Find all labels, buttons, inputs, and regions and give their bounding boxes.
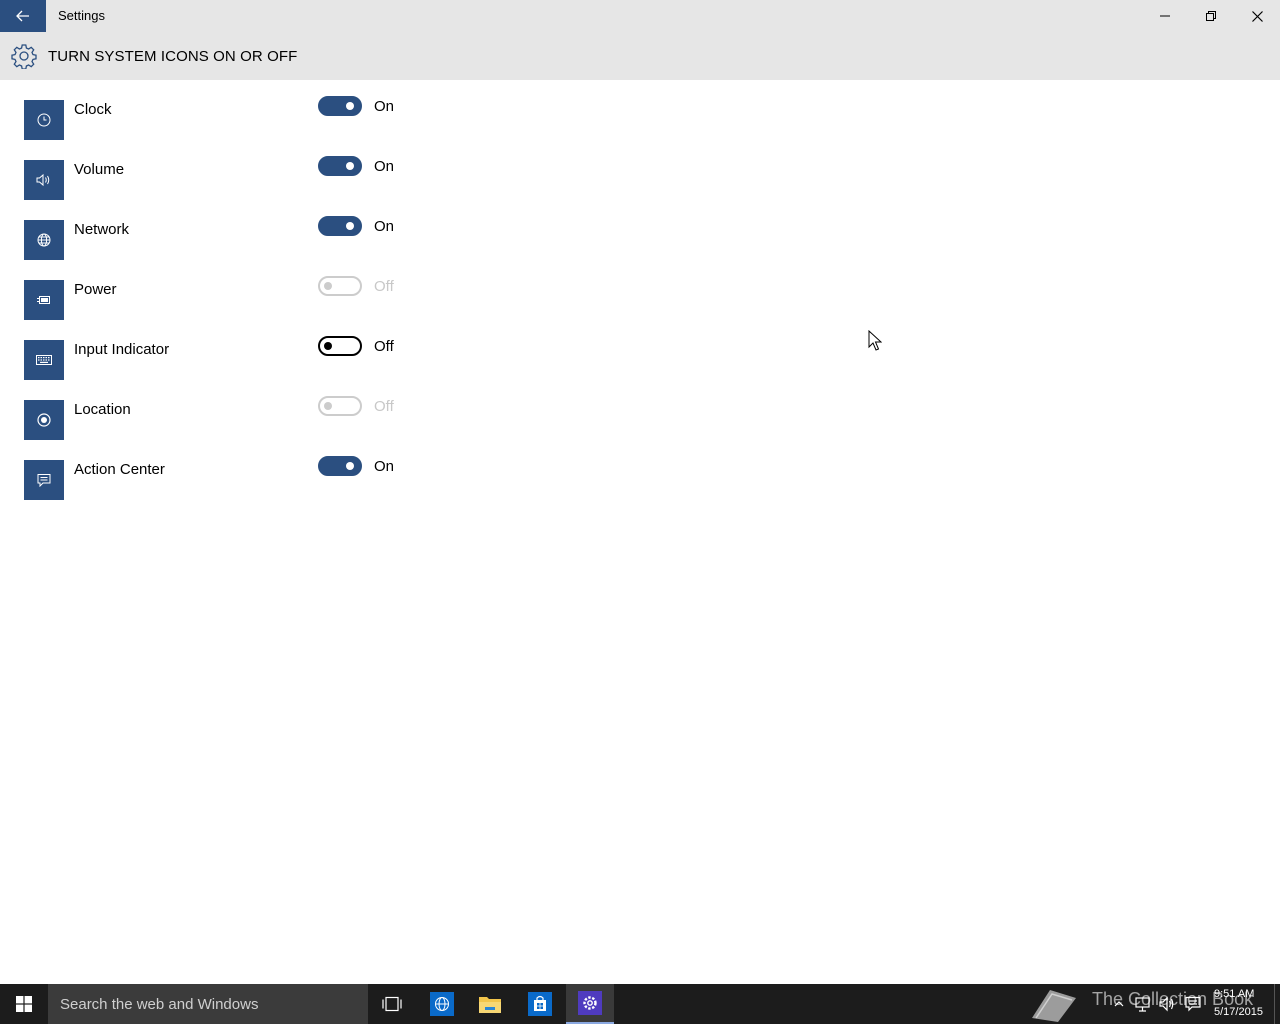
internet-explorer-icon bbox=[430, 992, 454, 1016]
toggle-knob bbox=[346, 462, 354, 470]
toggle-knob bbox=[324, 282, 332, 290]
minimize-icon bbox=[1160, 15, 1170, 17]
chevron-up-icon[interactable] bbox=[1114, 995, 1124, 1013]
store-bag-icon bbox=[528, 992, 552, 1016]
toggle-state-label: Off bbox=[374, 338, 394, 355]
network-icon bbox=[37, 233, 51, 247]
toggle-state-label: Off bbox=[374, 278, 394, 295]
minimize-button[interactable] bbox=[1142, 0, 1188, 32]
keyboard-tile bbox=[24, 340, 64, 380]
setting-label: Action Center bbox=[74, 461, 165, 478]
page-header: TURN SYSTEM ICONS ON OR OFF bbox=[0, 32, 1280, 80]
search-placeholder: Search the web and Windows bbox=[60, 996, 259, 1013]
volume-tile bbox=[24, 160, 64, 200]
start-button[interactable] bbox=[0, 984, 48, 1024]
setting-row-network: Network On bbox=[0, 200, 600, 260]
toggle-knob bbox=[346, 102, 354, 110]
mouse-cursor-icon bbox=[868, 330, 882, 351]
page-title: TURN SYSTEM ICONS ON OR OFF bbox=[48, 48, 298, 65]
keyboard-icon bbox=[36, 355, 52, 365]
task-view-icon bbox=[382, 996, 402, 1012]
toggle-state-label: Off bbox=[374, 398, 394, 415]
settings-taskbar-button[interactable] bbox=[566, 984, 614, 1024]
gear-icon bbox=[11, 44, 37, 69]
close-icon bbox=[1251, 10, 1263, 22]
windows-logo-icon bbox=[16, 996, 32, 1012]
network-tray-icon[interactable] bbox=[1134, 995, 1152, 1013]
location-icon bbox=[37, 413, 51, 427]
power-toggle[interactable] bbox=[318, 276, 362, 296]
system-tray bbox=[1112, 984, 1212, 1024]
taskbar-time[interactable]: 9:51 AM bbox=[1214, 988, 1254, 1000]
setting-row-clock: Clock On bbox=[0, 80, 600, 140]
back-arrow-icon bbox=[16, 10, 29, 22]
taskbar: Search the web and Windows The Collectio… bbox=[0, 984, 1280, 1024]
action-center-tray-icon[interactable] bbox=[1184, 995, 1202, 1013]
power-tile bbox=[24, 280, 64, 320]
clock-toggle[interactable] bbox=[318, 96, 362, 116]
action-center-toggle[interactable] bbox=[318, 456, 362, 476]
setting-label: Power bbox=[74, 281, 117, 298]
setting-label: Location bbox=[74, 401, 131, 418]
clock-icon bbox=[37, 113, 51, 127]
input-indicator-toggle[interactable] bbox=[318, 336, 362, 356]
setting-row-action-center: Action Center On bbox=[0, 440, 600, 500]
power-icon bbox=[37, 296, 50, 304]
search-input[interactable]: Search the web and Windows bbox=[48, 984, 368, 1024]
setting-label: Clock bbox=[74, 101, 112, 118]
setting-row-power: Power Off bbox=[0, 260, 600, 320]
restore-icon bbox=[1206, 11, 1216, 21]
store-taskbar-button[interactable] bbox=[516, 984, 564, 1024]
book-logo-icon bbox=[1032, 990, 1076, 1022]
network-tile bbox=[24, 220, 64, 260]
file-explorer-taskbar-button[interactable] bbox=[466, 984, 514, 1024]
task-view-button[interactable] bbox=[368, 984, 416, 1024]
title-bar: Settings bbox=[0, 0, 1280, 32]
taskbar-date[interactable]: 5/17/2015 bbox=[1214, 1006, 1263, 1018]
setting-label: Network bbox=[74, 221, 130, 238]
toggle-knob bbox=[324, 402, 332, 410]
show-desktop-button[interactable] bbox=[1274, 984, 1280, 1024]
action-center-icon bbox=[37, 474, 51, 487]
clock-tile bbox=[24, 100, 64, 140]
browser-taskbar-button[interactable] bbox=[418, 984, 466, 1024]
restore-button[interactable] bbox=[1188, 0, 1234, 32]
window-title: Settings bbox=[58, 8, 105, 23]
close-button[interactable] bbox=[1234, 0, 1280, 32]
folder-icon bbox=[479, 997, 501, 1013]
location-toggle[interactable] bbox=[318, 396, 362, 416]
setting-label: Volume bbox=[74, 161, 125, 178]
setting-row-location: Location Off bbox=[0, 380, 600, 440]
setting-label: Input Indicator bbox=[74, 341, 170, 358]
action-center-tile bbox=[24, 460, 64, 500]
toggle-state-label: On bbox=[374, 218, 395, 235]
toggle-knob bbox=[346, 222, 354, 230]
volume-tray-icon[interactable] bbox=[1158, 995, 1176, 1013]
location-tile bbox=[24, 400, 64, 440]
toggle-knob bbox=[346, 162, 354, 170]
back-button[interactable] bbox=[0, 0, 46, 32]
toggle-state-label: On bbox=[374, 158, 395, 175]
setting-row-volume: Volume On bbox=[0, 140, 600, 200]
network-toggle[interactable] bbox=[318, 216, 362, 236]
toggle-knob bbox=[324, 342, 332, 350]
volume-icon bbox=[36, 173, 50, 187]
volume-toggle[interactable] bbox=[318, 156, 362, 176]
toggle-state-label: On bbox=[374, 98, 395, 115]
setting-row-input-indicator: Input Indicator Off bbox=[0, 320, 600, 380]
toggle-state-label: On bbox=[374, 458, 395, 475]
settings-gear-icon bbox=[578, 991, 602, 1015]
